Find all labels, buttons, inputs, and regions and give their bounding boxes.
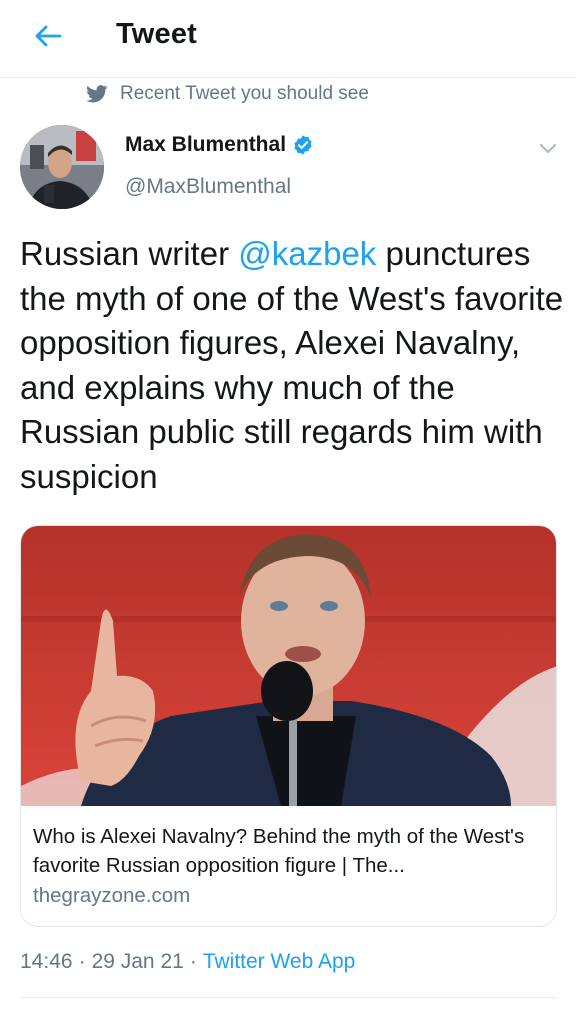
avatar[interactable] (20, 125, 104, 209)
avatar-photo (20, 125, 104, 209)
tweet-date[interactable]: 29 Jan 21 (92, 950, 184, 974)
tweet-text: Russian writer @kazbek punctures the myt… (20, 232, 565, 499)
chevron-down-icon[interactable] (538, 140, 558, 156)
author-name[interactable]: Max Blumenthal (125, 133, 314, 157)
source-app-link[interactable]: Twitter Web App (203, 950, 356, 974)
card-text: Who is Alexei Navalny? Behind the myth o… (21, 806, 556, 926)
card-domain: thegrayzone.com (33, 884, 191, 907)
social-context-label: Recent Tweet you should see (120, 83, 369, 104)
card-title: Who is Alexei Navalny? Behind the myth o… (33, 825, 525, 877)
divider (20, 997, 557, 998)
top-bar: Tweet (0, 0, 576, 78)
social-context: Recent Tweet you should see (86, 80, 369, 108)
mention-link[interactable]: @kazbek (238, 235, 376, 272)
twitter-bird-icon (86, 85, 108, 103)
author-handle[interactable]: @MaxBlumenthal (125, 175, 291, 199)
author-name-text: Max Blumenthal (125, 133, 287, 156)
meta-separator: · (189, 950, 197, 973)
verified-badge-icon (294, 135, 312, 155)
arrow-left-icon (35, 25, 62, 47)
tweet-time[interactable]: 14:46 (20, 950, 73, 974)
card-image (21, 526, 556, 806)
tweet-text-start: Russian writer (20, 235, 239, 272)
meta-separator: · (78, 950, 86, 973)
tweet-meta: 14:46 · 29 Jan 21 · Twitter Web App (20, 950, 355, 974)
page-title: Tweet (116, 18, 198, 50)
back-button[interactable] (30, 18, 66, 54)
tweet-text-end: punctures the myth of one of the West's … (20, 235, 564, 495)
link-card[interactable]: Who is Alexei Navalny? Behind the myth o… (20, 525, 557, 927)
